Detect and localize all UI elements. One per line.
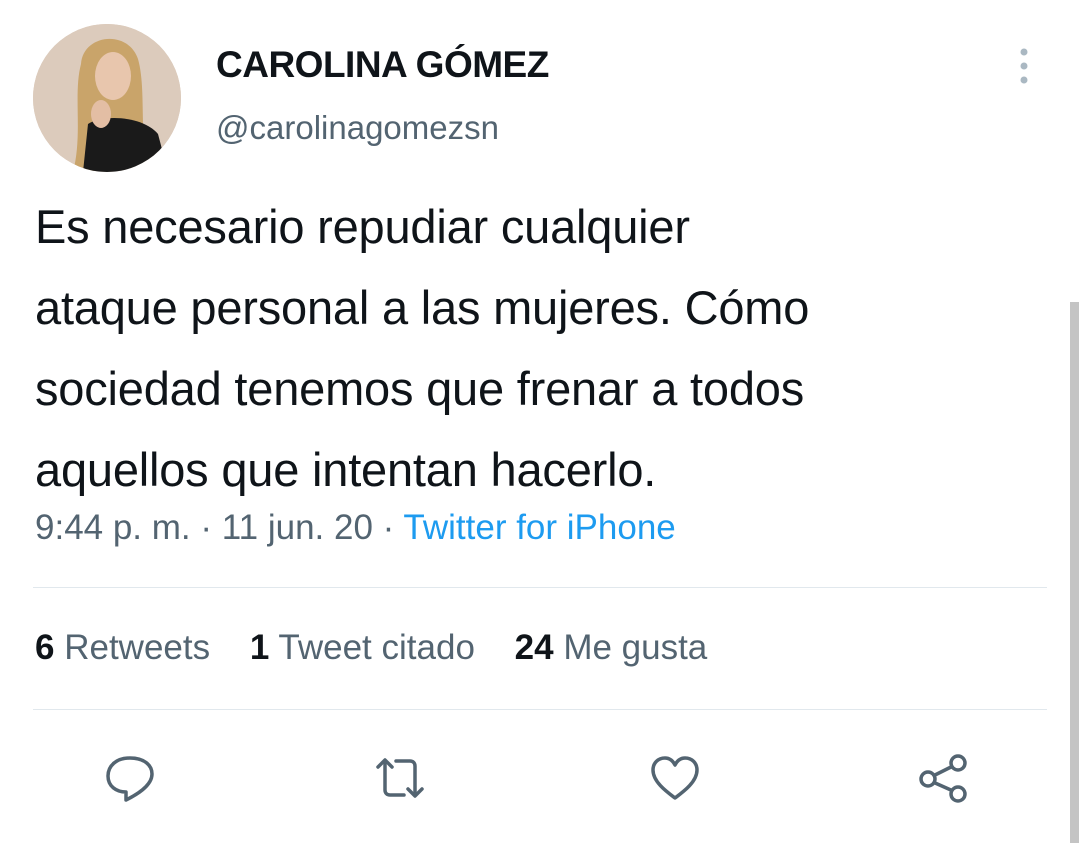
author-display-name[interactable]: CAROLINA GÓMEZ xyxy=(216,44,549,86)
tweet-text-line: aquellos que intentan hacerlo. xyxy=(35,443,657,496)
retweets-stat[interactable]: 6 Retweets xyxy=(35,628,210,668)
divider xyxy=(33,587,1047,588)
tweet-text-line: sociedad tenemos que frenar a todos xyxy=(35,362,805,415)
retweets-label: Retweets xyxy=(64,628,211,667)
avatar-image xyxy=(33,24,181,172)
meta-separator: · xyxy=(200,508,213,547)
meta-separator: · xyxy=(382,508,395,547)
likes-label: Me gusta xyxy=(563,628,708,667)
like-icon xyxy=(651,756,699,800)
likes-stat[interactable]: 24 Me gusta xyxy=(515,628,708,668)
retweets-count: 6 xyxy=(35,628,55,667)
author-handle[interactable]: @carolinagomezsn xyxy=(216,109,499,147)
quotes-count: 1 xyxy=(249,628,270,667)
quotes-stat[interactable]: 1 Tweet citado xyxy=(250,628,475,668)
tweet-text-line: ataque personal a las mujeres. Cómo xyxy=(35,281,810,334)
share-button[interactable] xyxy=(914,748,974,808)
reply-button[interactable] xyxy=(100,748,160,808)
more-vertical-icon xyxy=(1020,48,1028,84)
quotes-label: Tweet citado xyxy=(278,628,475,667)
avatar[interactable] xyxy=(33,24,181,172)
tweet-stats: 6 Retweets 1 Tweet citado 24 Me gusta xyxy=(35,628,737,668)
retweet-button[interactable] xyxy=(370,748,430,808)
tweet-source-link[interactable]: Twitter for iPhone xyxy=(403,508,675,547)
share-icon xyxy=(919,754,967,803)
tweet-meta: 9:44 p. m. · 11 jun. 20 · Twitter for iP… xyxy=(35,508,676,548)
tweet-time[interactable]: 9:44 p. m. xyxy=(35,508,191,547)
tweet-date[interactable]: 11 jun. 20 xyxy=(222,508,373,547)
more-options-button[interactable] xyxy=(1009,44,1039,88)
reply-icon xyxy=(106,756,154,802)
like-button[interactable] xyxy=(645,748,705,808)
retweet-icon xyxy=(376,758,424,798)
divider xyxy=(33,709,1047,710)
tweet-text: Es necesario repudiar cualquier ataque p… xyxy=(35,186,1055,510)
tweet-text-line: Es necesario repudiar cualquier xyxy=(35,200,690,253)
likes-count: 24 xyxy=(514,628,554,667)
scrollbar[interactable] xyxy=(1070,302,1079,843)
